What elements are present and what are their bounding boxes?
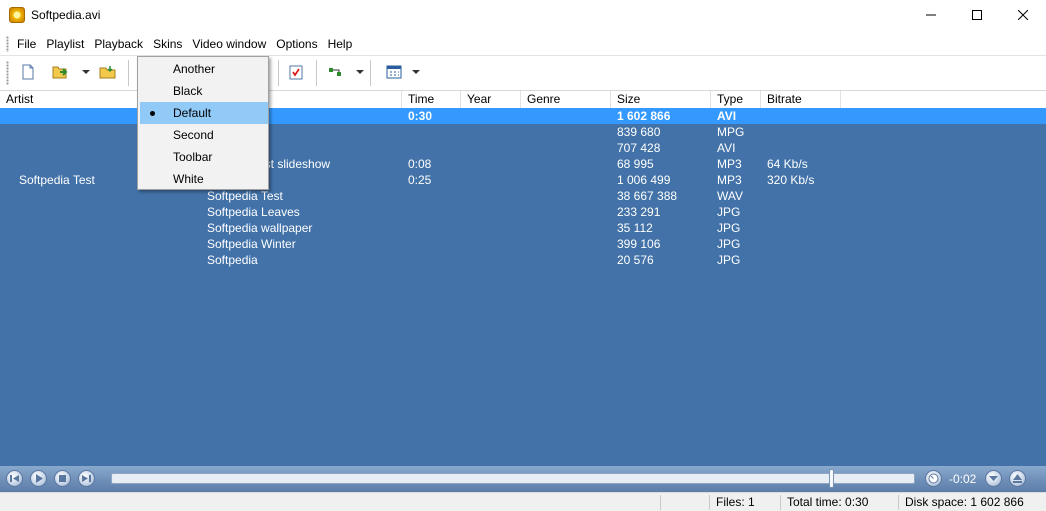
column-size[interactable]: Size (611, 91, 711, 108)
menu-options[interactable]: Options (271, 37, 322, 52)
skin-item-toolbar[interactable]: Toolbar (140, 146, 268, 168)
menu-bar: File Playlist Playback Skins Video windo… (0, 33, 1046, 56)
repeat-button[interactable] (326, 62, 346, 82)
clock-button[interactable] (925, 470, 942, 487)
skin-item-white[interactable]: White (140, 168, 268, 190)
maximize-icon (972, 10, 982, 20)
play-button[interactable] (30, 470, 47, 487)
stop-button[interactable] (54, 470, 71, 487)
view-button[interactable] (384, 62, 404, 82)
previous-button[interactable] (6, 470, 23, 487)
menu-video-window[interactable]: Video window (187, 37, 271, 52)
skin-item-another[interactable]: Another (140, 58, 268, 80)
radio-bullet-icon (150, 111, 155, 116)
open-button[interactable] (50, 62, 70, 82)
column-genre[interactable]: Genre (521, 91, 611, 108)
status-total-time: Total time: 0:30 (780, 495, 898, 510)
table-row[interactable]: Softpedia wallpaper 35 112 JPG (0, 220, 1046, 236)
menu-playback[interactable]: Playback (89, 37, 148, 52)
close-icon (1018, 10, 1028, 20)
menu-file[interactable]: File (12, 37, 41, 52)
clock-icon (928, 473, 939, 484)
maximize-button[interactable] (954, 0, 1000, 30)
seek-bar[interactable] (111, 473, 915, 484)
open-folder-button[interactable] (98, 62, 118, 82)
skin-item-default[interactable]: Default (140, 102, 268, 124)
grid-view-icon (386, 65, 402, 79)
stop-icon (59, 475, 66, 482)
window-title: Softpedia.avi (31, 8, 101, 22)
next-button[interactable] (78, 470, 95, 487)
view-dropdown-arrow[interactable] (412, 70, 420, 74)
close-button[interactable] (1000, 0, 1046, 30)
column-bitrate[interactable]: Bitrate (761, 91, 841, 108)
folder-icon (99, 66, 116, 79)
play-icon (36, 474, 43, 483)
menu-skins[interactable]: Skins (148, 37, 187, 52)
eject-icon (1013, 474, 1022, 483)
menu-help[interactable]: Help (323, 37, 358, 52)
table-row[interactable]: Softpedia 20 576 JPG (0, 252, 1046, 268)
volume-down-button[interactable] (985, 470, 1002, 487)
table-row[interactable]: Softpedia Winter 399 106 JPG (0, 236, 1046, 252)
seek-thumb[interactable] (829, 469, 834, 488)
table-row[interactable]: Softpedia Leaves 233 291 JPG (0, 204, 1046, 220)
status-disk-space: Disk space: 1 602 866 (898, 495, 1044, 510)
previous-icon (10, 475, 19, 482)
table-row[interactable]: Softpedia Test 38 667 388 WAV (0, 188, 1046, 204)
status-bar: Files: 1 Total time: 0:30 Disk space: 1 … (0, 492, 1046, 511)
menu-playlist[interactable]: Playlist (41, 37, 89, 52)
open-file-icon (52, 66, 68, 79)
toolbar-grip[interactable] (6, 61, 9, 85)
minimize-icon (926, 14, 936, 16)
eject-button[interactable] (1009, 470, 1026, 487)
repeat-dropdown-arrow[interactable] (356, 70, 364, 74)
status-files: Files: 1 (709, 495, 781, 510)
skins-dropdown-menu: Another Black Default Second Toolbar Whi… (137, 56, 269, 190)
transport-bar: -0:02 (0, 466, 1046, 492)
column-time[interactable]: Time (402, 91, 461, 108)
next-icon (82, 475, 91, 482)
app-icon (9, 7, 25, 23)
skin-item-black[interactable]: Black (140, 80, 268, 102)
status-empty (660, 495, 710, 510)
column-year[interactable]: Year (461, 91, 521, 108)
time-remaining: -0:02 (949, 472, 977, 486)
repeat-icon (329, 68, 341, 76)
check-button[interactable] (286, 62, 306, 82)
column-type[interactable]: Type (711, 91, 761, 108)
chevron-down-icon (989, 476, 998, 481)
open-dropdown-arrow[interactable] (82, 70, 90, 74)
title-bar: Softpedia.avi (0, 0, 1046, 32)
menu-grip[interactable] (6, 36, 9, 52)
new-playlist-button[interactable] (18, 62, 38, 82)
skin-item-second[interactable]: Second (140, 124, 268, 146)
new-document-icon (22, 64, 34, 80)
checklist-icon (289, 65, 303, 80)
minimize-button[interactable] (908, 0, 954, 30)
